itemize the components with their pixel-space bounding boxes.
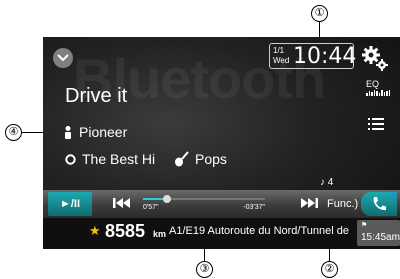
guitar-icon [175,151,189,167]
destination-flag-icon: ⚑ [361,222,368,229]
playback-control-bar: ►/II 0'57" -03'37" Func.) [43,190,400,218]
bluetooth-indicator [392,193,396,197]
clock-display[interactable]: 1/1 Wed 10:44 [269,43,357,69]
chevron-down-icon [57,54,69,62]
callout-4: ④ [5,124,22,141]
eq-button[interactable]: EQ [366,80,390,96]
progress-track[interactable] [143,195,265,203]
eq-bars-icon [366,90,390,96]
elapsed-time: 0'57" [143,204,159,211]
person-icon [65,125,71,139]
album-row: The Best Hi Pops [65,151,227,167]
progress-box: 0'57" -03'37" [139,193,269,215]
av-source-screen: Bluetooth 1/1 Wed 10:44 EQ Drive it Pion… [43,37,400,249]
disc-icon [65,153,76,165]
artist-name: Pioneer [79,124,128,140]
source-menu-toggle[interactable] [53,48,73,68]
previous-track-icon[interactable] [113,197,131,209]
phone-icon [373,197,386,211]
callout-4-leader [22,132,43,133]
genre: Pops [174,151,227,167]
eta-time: 15:45am [361,232,400,243]
road-name: A1/E19 Autoroute du Nord/Tunnel de [169,225,349,237]
distance-value: 8585 [105,221,146,241]
genre-name: Pops [195,151,227,167]
eq-label: EQ [366,79,380,89]
remaining-time: -03'37" [243,204,265,211]
callout-2: ② [321,261,338,278]
distance-unit: km [153,229,167,239]
clock-time: 10:44 [293,44,357,69]
next-track-icon[interactable] [300,197,318,209]
song-title: Drive it [65,85,128,107]
artist-row: Pioneer [65,124,127,140]
music-note-icon: ♪ [320,177,325,188]
phone-button[interactable] [361,192,397,216]
play-pause-button[interactable]: ►/II [48,192,92,216]
list-icon[interactable] [368,117,384,131]
progress-knob[interactable] [163,195,172,203]
function-button[interactable]: Func.) [327,198,358,210]
star-icon: ★ [89,223,101,238]
eta-box: ⚑ 15:45am [357,220,400,246]
callout-1: ① [311,5,328,22]
track-number-value: 4 [327,177,334,188]
track-number: ♪ 4 [320,177,333,188]
navigation-info-bar[interactable]: ★ 8585 km A1/E19 Autoroute du Nord/Tunne… [43,218,400,249]
album-name: The Best Hi [82,151,156,167]
callout-3: ③ [196,261,213,278]
clock-date: 1/1 [273,46,285,55]
clock-day: Wed [273,56,290,65]
settings-gear-icon[interactable] [361,45,389,73]
